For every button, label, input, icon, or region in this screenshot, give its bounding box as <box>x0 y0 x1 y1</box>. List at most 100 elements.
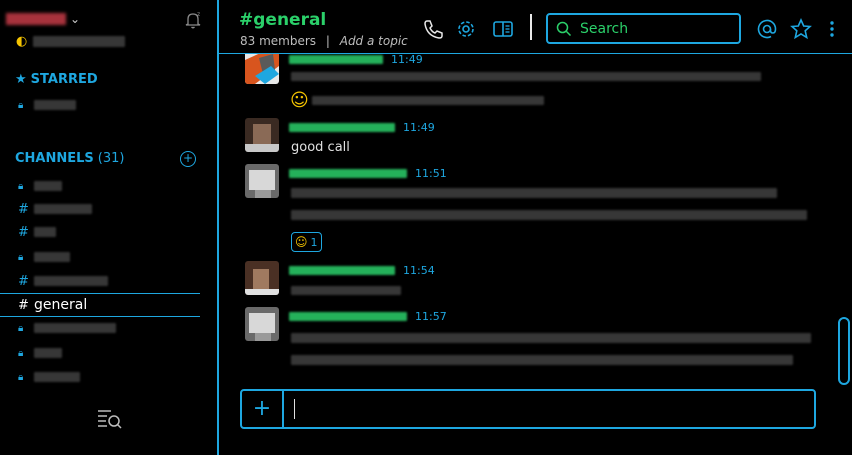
starred-section-header[interactable]: ★ STARRED <box>15 72 98 87</box>
channel-name-redacted <box>34 372 80 382</box>
sidebar: ⌄ z ◐ ★ STARRED 🔒︎ CHANNELS (31) + 🔒︎ # … <box>0 0 217 455</box>
more-vertical-icon[interactable] <box>821 18 843 40</box>
channels-section-header[interactable]: CHANNELS (31) <box>15 151 124 166</box>
channel-name: general <box>34 297 88 313</box>
avatar[interactable] <box>245 164 279 198</box>
meta-separator: | <box>325 34 330 48</box>
avatar[interactable] <box>245 118 279 152</box>
sidebar-channel-item[interactable]: # <box>18 199 92 219</box>
message-text-redacted <box>291 210 807 220</box>
details-pane-icon[interactable] <box>492 18 514 40</box>
hash-icon: # <box>18 201 29 217</box>
message-list[interactable]: 11:49 ☺ 11:49 good call 11:51 ☺ 1 11:54 … <box>219 54 852 384</box>
author-name-redacted[interactable] <box>289 266 395 275</box>
star-icon: ★ <box>15 72 27 87</box>
message-time[interactable]: 11:51 <box>415 167 447 180</box>
message-header: 11:51 <box>289 167 447 180</box>
message-time[interactable]: 11:54 <box>403 264 435 277</box>
svg-text:z: z <box>197 11 200 18</box>
message-input[interactable] <box>298 395 802 425</box>
message-header: 11:57 <box>289 310 447 323</box>
channel-name-redacted <box>34 181 62 191</box>
lock-icon: 🔒︎ <box>18 251 24 263</box>
sidebar-channel-item[interactable]: 🔒︎ <box>18 247 70 267</box>
message-time[interactable]: 11:57 <box>415 310 447 323</box>
reaction-count: 1 <box>310 235 318 249</box>
hash-icon: # <box>18 273 29 289</box>
user-status[interactable]: ◐ <box>16 34 126 49</box>
channel-meta: 83 members | Add a topic <box>240 34 408 48</box>
message-text-redacted <box>291 72 761 81</box>
workspace-switcher[interactable]: ⌄ <box>6 10 80 28</box>
message-text-redacted <box>291 333 811 343</box>
avatar[interactable] <box>245 307 279 341</box>
attach-plus-button[interactable]: + <box>242 391 284 427</box>
message-time[interactable]: 11:49 <box>391 54 423 66</box>
channel-name-redacted <box>34 276 108 286</box>
reaction-emoji-icon: ☺ <box>295 235 308 249</box>
bell-snooze-icon[interactable]: z <box>183 10 203 30</box>
message-text: good call <box>291 140 350 155</box>
gear-icon[interactable] <box>455 18 477 40</box>
star-outline-icon[interactable] <box>790 18 812 40</box>
sidebar-channel-item[interactable]: # <box>18 222 56 242</box>
message-time[interactable]: 11:49 <box>403 121 435 134</box>
lock-icon: 🔒︎ <box>18 371 24 383</box>
smile-emoji-icon: ☺ <box>290 90 309 111</box>
message-text-redacted <box>291 188 777 198</box>
lock-icon: 🔒︎ <box>18 322 24 334</box>
reaction-chip[interactable]: ☺ 1 <box>291 232 322 252</box>
search-input[interactable] <box>578 19 722 38</box>
phone-icon[interactable] <box>422 18 444 40</box>
sidebar-channel-item[interactable]: 🔒︎ <box>18 176 62 196</box>
lock-icon: 🔒︎ <box>18 347 24 359</box>
workspace-name <box>6 13 66 25</box>
sidebar-channel-item[interactable]: 🔒︎ <box>18 367 80 387</box>
status-moon-icon: ◐ <box>16 34 28 49</box>
header-separator <box>530 14 532 40</box>
author-name-redacted[interactable] <box>289 312 407 321</box>
starred-label: STARRED <box>30 72 98 87</box>
message-text-redacted <box>291 286 401 295</box>
mentions-icon[interactable] <box>756 18 778 40</box>
filter-search-icon[interactable] <box>97 408 123 430</box>
author-name-redacted[interactable] <box>289 123 395 132</box>
channel-name-redacted <box>34 252 70 262</box>
sidebar-channel-item[interactable]: 🔒︎ <box>18 343 62 363</box>
sidebar-channel-item-general[interactable]: # general <box>0 293 200 317</box>
add-topic-link[interactable]: Add a topic <box>340 34 408 48</box>
message-header: 11:49 <box>289 54 423 66</box>
message-header: 11:54 <box>289 264 435 277</box>
channel-name-redacted <box>34 100 76 110</box>
author-name-redacted[interactable] <box>289 55 383 64</box>
member-count[interactable]: 83 members <box>240 34 316 48</box>
search-icon <box>556 21 572 36</box>
chevron-down-icon: ⌄ <box>70 12 81 26</box>
starred-channel-item[interactable]: 🔒︎ <box>18 95 76 115</box>
hash-icon: # <box>18 297 29 313</box>
main-pane: #general 83 members | Add a topic Search… <box>219 0 852 455</box>
avatar[interactable] <box>245 261 279 295</box>
message-scrollbar[interactable] <box>838 317 850 385</box>
search-box[interactable] <box>546 13 741 44</box>
author-name-redacted[interactable] <box>289 169 407 178</box>
channel-name-redacted <box>34 204 92 214</box>
message-composer[interactable]: + <box>240 389 816 429</box>
channels-label: CHANNELS <box>15 151 94 166</box>
channel-name-redacted <box>34 227 56 237</box>
user-name-redacted <box>33 36 126 47</box>
lock-icon: 🔒︎ <box>18 180 24 192</box>
message-text-redacted <box>291 355 793 365</box>
avatar[interactable] <box>245 54 279 84</box>
hash-icon: # <box>18 224 29 240</box>
add-channel-icon[interactable]: + <box>180 151 196 167</box>
channel-title[interactable]: #general <box>239 10 326 30</box>
sidebar-channel-item[interactable]: # <box>18 271 108 291</box>
channels-count: (31) <box>97 151 125 166</box>
lock-icon: 🔒︎ <box>18 99 24 111</box>
message-header: 11:49 <box>289 121 435 134</box>
sidebar-channel-item[interactable]: 🔒︎ <box>18 318 116 338</box>
message-text-redacted <box>312 96 544 105</box>
channel-header: #general 83 members | Add a topic <box>219 0 852 54</box>
channel-name-redacted <box>34 348 62 358</box>
